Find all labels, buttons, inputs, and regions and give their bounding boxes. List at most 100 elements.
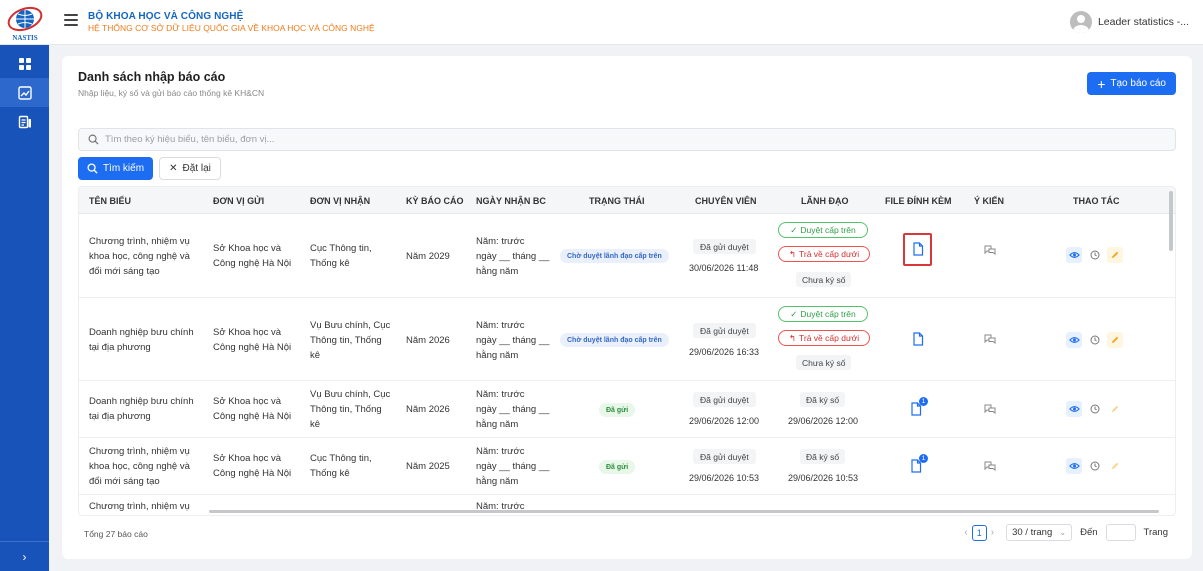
table-row[interactable]: Doanh nghiệp bưu chính tại địa phương Sở…: [79, 298, 1175, 381]
row-ten-bieu: tại địa phương: [89, 342, 151, 353]
expert-status: Đã gửi duyệt: [693, 239, 756, 254]
plus-icon: +: [1097, 75, 1106, 92]
col-don-vi-nhan[interactable]: ĐƠN VỊ NHẬN: [310, 196, 370, 206]
sidebar-expand-button[interactable]: ›: [0, 541, 49, 571]
col-thao-tac[interactable]: THAO TÁC: [1073, 196, 1120, 206]
edit-button[interactable]: [1107, 247, 1123, 263]
org-subtitle: HỆ THỐNG CƠ SỞ DỮ LIỆU QUỐC GIA VỀ KHOA …: [88, 23, 375, 33]
row-ten-bieu: Chương trình, nhiệm vụ: [89, 446, 190, 457]
menu-icon[interactable]: [64, 14, 78, 28]
expert-time: 29/06/2026 12:00: [689, 416, 760, 426]
edit-button[interactable]: [1107, 332, 1123, 348]
file-icon[interactable]: [911, 332, 925, 346]
user-menu[interactable]: Leader statistics -...: [1069, 11, 1189, 33]
leader-status: Chưa ký số: [796, 272, 852, 287]
page-size-value: 30 / trang: [1012, 527, 1053, 538]
row-don-vi-gui: Công nghệ Hà Nội: [213, 411, 292, 422]
table-row[interactable]: Doanh nghiệp bưu chính tại địa phương Sở…: [79, 381, 1175, 438]
vertical-scrollbar[interactable]: [1169, 191, 1173, 251]
search-input[interactable]: [105, 134, 1005, 145]
comment-icon[interactable]: [983, 402, 997, 416]
nastis-logo[interactable]: NASTIS: [4, 3, 46, 43]
history-button[interactable]: [1087, 401, 1103, 417]
sidebar-item-reports-chart[interactable]: [0, 78, 49, 107]
col-lanh-dao[interactable]: LÃNH ĐẠO: [801, 196, 849, 206]
history-button[interactable]: [1087, 332, 1103, 348]
table-header: TÊN BIỂU ĐƠN VỊ GỬI ĐƠN VỊ NHẬN KỲ BÁO C…: [79, 187, 1175, 214]
eye-icon: [1068, 337, 1080, 343]
sidebar-item-report-list[interactable]: [0, 107, 49, 136]
row-ten-bieu: Doanh nghiệp bưu chính: [89, 396, 194, 407]
comment-icon[interactable]: [983, 459, 997, 473]
pencil-icon: [1112, 251, 1119, 258]
row-don-vi-gui: Công nghệ Hà Nội: [213, 468, 292, 479]
file-count-badge: 1: [919, 454, 928, 463]
search-icon: [87, 163, 98, 174]
history-button[interactable]: [1087, 458, 1103, 474]
col-chuyen-vien[interactable]: CHUYÊN VIÊN: [695, 196, 757, 206]
file-icon[interactable]: [911, 242, 925, 256]
col-file-dinh-kem[interactable]: FILE ĐÍNH KÈM: [885, 196, 952, 206]
eye-icon: [1068, 463, 1080, 469]
table-row[interactable]: Chương trình, nhiệm vụ khoa học, công ng…: [79, 438, 1175, 495]
view-button[interactable]: [1066, 401, 1082, 417]
page-size-select[interactable]: 30 / trang ⌄: [1006, 524, 1073, 541]
col-y-kien[interactable]: Ý KIẾN: [974, 196, 1004, 206]
row-don-vi-nhan: Cục Thông tin,: [310, 243, 372, 254]
row-don-vi-nhan: Thông tin, Thống: [310, 335, 382, 346]
row-ngay-nhan: hằng năm: [476, 350, 519, 361]
return-lower-button[interactable]: ↰ Trả về cấp dưới: [778, 246, 870, 262]
col-ky-bao-cao[interactable]: KỲ BÁO CÁO: [406, 196, 464, 206]
goto-page-input[interactable]: [1105, 524, 1136, 541]
row-don-vi-nhan: Cục Thông tin,: [310, 453, 372, 464]
expert-status: Đã gửi duyệt: [693, 392, 756, 407]
row-don-vi-gui: Sở Khoa học và: [213, 453, 282, 464]
row-ngay-nhan: hằng năm: [476, 476, 519, 487]
report-table: TÊN BIỂU ĐƠN VỊ GỬI ĐƠN VỊ NHẬN KỲ BÁO C…: [78, 186, 1176, 516]
page-title: Danh sách nhập báo cáo: [78, 70, 226, 84]
col-ten-bieu[interactable]: TÊN BIỂU: [89, 196, 131, 206]
search-button-label: Tìm kiếm: [102, 163, 145, 174]
horizontal-scrollbar[interactable]: [209, 510, 1159, 513]
comment-icon[interactable]: [983, 332, 997, 346]
row-ky-bao-cao: Năm 2026: [406, 404, 450, 415]
next-page-icon[interactable]: ›: [991, 527, 994, 538]
view-button[interactable]: [1066, 332, 1082, 348]
pencil-icon: [1112, 462, 1119, 469]
col-trang-thai[interactable]: TRẠNG THÁI: [589, 196, 645, 206]
approve-label: Duyệt cấp trên: [800, 309, 856, 319]
view-button[interactable]: [1066, 458, 1082, 474]
row-ngay-nhan: Năm: trước: [476, 389, 525, 400]
page-subtitle: Nhập liệu, ký số và gửi báo cáo thống kê…: [78, 88, 265, 98]
sidebar-item-dashboard[interactable]: [0, 49, 49, 78]
eye-icon: [1068, 252, 1080, 258]
col-ngay-nhan[interactable]: NGÀY NHẬN BC: [476, 196, 546, 206]
chevron-down-icon: ⌄: [1059, 528, 1067, 537]
search-button[interactable]: Tìm kiếm: [78, 157, 153, 180]
col-don-vi-gui[interactable]: ĐƠN VỊ GỬI: [213, 196, 264, 206]
approve-upper-button[interactable]: ✓ Duyệt cấp trên: [778, 222, 868, 238]
view-button[interactable]: [1066, 247, 1082, 263]
prev-page-icon[interactable]: ‹: [964, 527, 967, 538]
top-header: NASTIS BỘ KHOA HỌC VÀ CÔNG NGHỆ HỆ THỐNG…: [0, 0, 1203, 45]
page-label: Trang: [1143, 527, 1168, 538]
row-ngay-nhan: hằng năm: [476, 419, 519, 430]
total-count: Tổng 27 báo cáo: [84, 529, 148, 539]
return-lower-button[interactable]: ↰ Trả về cấp dưới: [778, 330, 870, 346]
row-ky-bao-cao: Năm 2029: [406, 251, 450, 262]
table-row[interactable]: Chương trình, nhiệm vụ khoa học, công ng…: [79, 214, 1175, 298]
reset-button[interactable]: ✕ Đặt lại: [159, 157, 221, 180]
return-label: Trả về cấp dưới: [799, 249, 860, 259]
create-report-button[interactable]: + Tạo báo cáo: [1087, 72, 1176, 95]
history-button[interactable]: [1087, 247, 1103, 263]
comment-icon[interactable]: [983, 243, 997, 257]
row-ten-bieu: đổi mới sáng tạo: [89, 266, 160, 277]
goto-label: Đến: [1080, 527, 1098, 538]
page-number-current[interactable]: 1: [971, 524, 987, 541]
pencil-icon: [1112, 405, 1119, 412]
row-ky-bao-cao: Năm 2025: [406, 461, 450, 472]
row-don-vi-gui: Sở Khoa học và: [213, 243, 282, 254]
approve-upper-button[interactable]: ✓ Duyệt cấp trên: [778, 306, 868, 322]
reset-button-label: Đặt lại: [182, 163, 211, 174]
check-icon: ✓: [790, 224, 798, 235]
